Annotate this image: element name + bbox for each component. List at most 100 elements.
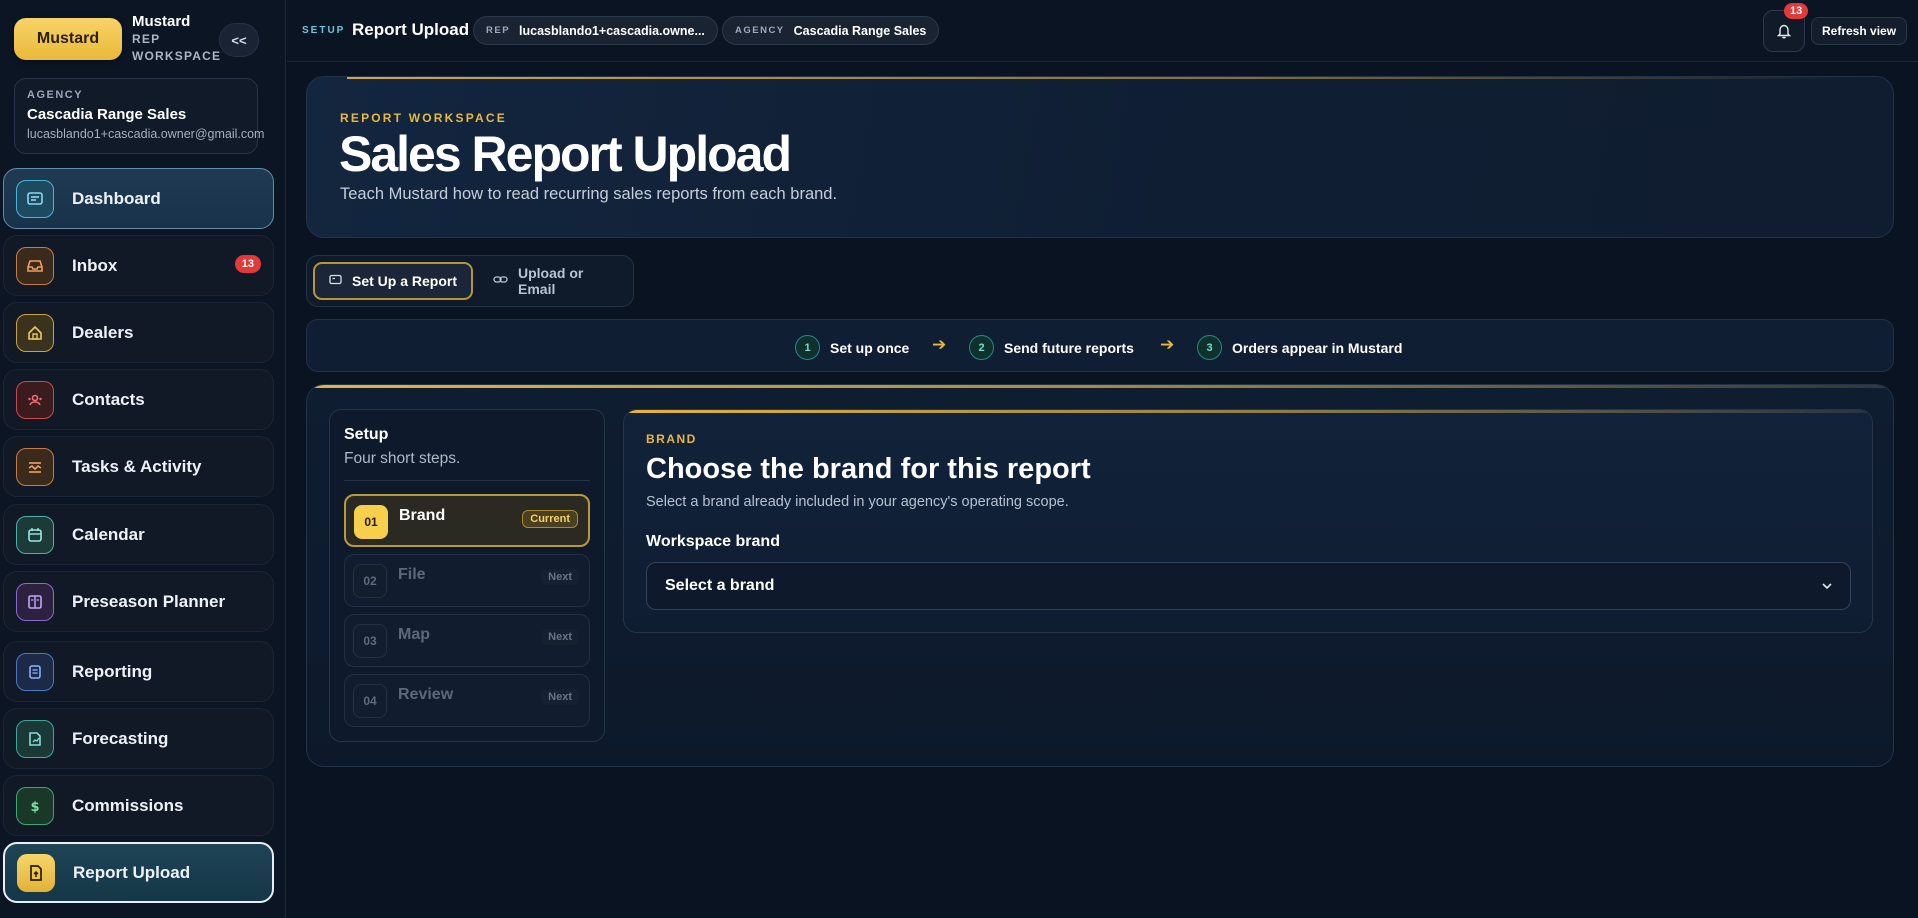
- sidebar-item-preseason-planner[interactable]: Preseason Planner: [3, 571, 274, 632]
- agency-card[interactable]: AGENCY Cascadia Range Sales lucasblando1…: [14, 78, 265, 154]
- status-badge: Current: [522, 510, 578, 528]
- setup-step-map[interactable]: 03 Map Next: [344, 614, 590, 667]
- sidebar-item-label: Contacts: [72, 389, 145, 409]
- workspace-brand-label: Workspace brand: [646, 533, 780, 550]
- sidebar-item-calendar[interactable]: Calendar: [3, 504, 274, 565]
- sidebar-item-label: Report Upload: [73, 862, 191, 882]
- sidebar-item-commissions[interactable]: $ Commissions: [3, 775, 274, 836]
- workspace-accent-line: [307, 385, 1893, 388]
- agency-label: AGENCY: [27, 89, 84, 101]
- dashboard-icon: [16, 179, 54, 218]
- planner-icon: [16, 582, 54, 621]
- card-icon: [329, 274, 342, 288]
- rep-chip-value: lucasblando1+cascadia.owne...: [519, 23, 705, 38]
- agency-chip-value: Cascadia Range Sales: [793, 23, 927, 38]
- setup-step-file[interactable]: 02 File Next: [344, 554, 590, 607]
- refresh-view-button[interactable]: Refresh view: [1811, 17, 1908, 45]
- sidebar-item-dashboard[interactable]: Dashboard: [3, 168, 274, 229]
- flow-steps: 1 Set up once ➔ 2 Send future reports ➔ …: [306, 319, 1894, 372]
- status-badge: Next: [541, 689, 579, 705]
- setup-step-number: 02: [353, 564, 387, 598]
- flow-step-number: 2: [969, 335, 994, 360]
- flow-step-number: 3: [1197, 335, 1222, 360]
- chevron-down-icon: [1822, 579, 1832, 593]
- brand-step-subtitle: Select a brand already included in your …: [646, 494, 1069, 510]
- rep-chip-label: REP: [486, 25, 511, 36]
- tab-set-up-report[interactable]: Set Up a Report: [313, 262, 473, 300]
- page-subtitle: Teach Mustard how to read recurring sale…: [340, 185, 838, 203]
- setup-step-brand[interactable]: 01 Brand Current: [344, 494, 590, 547]
- sidebar-item-inbox[interactable]: Inbox 13: [3, 235, 274, 296]
- inbox-icon: [16, 246, 54, 285]
- divider: [344, 480, 590, 481]
- svg-text:$: $: [30, 800, 39, 815]
- calendar-icon: [16, 515, 54, 554]
- flow-step-2: 2 Send future reports: [969, 335, 1134, 360]
- brand-row: Mustard Mustard REP WORKSPACE <<: [14, 13, 264, 63]
- status-badge: Next: [541, 569, 579, 585]
- brand-button[interactable]: Mustard: [14, 18, 122, 60]
- sidebar-item-reporting[interactable]: Reporting: [3, 641, 274, 702]
- agency-chip-label: AGENCY: [735, 25, 785, 36]
- sidebar-item-label: Tasks & Activity: [72, 456, 202, 476]
- brand-step-card: BRAND Choose the brand for this report S…: [623, 409, 1873, 633]
- sidebar-item-label: Commissions: [72, 795, 184, 815]
- sidebar-item-dealers[interactable]: Dealers: [3, 302, 274, 363]
- flow-step-number: 1: [795, 335, 820, 360]
- brand-card-accent-line: [624, 410, 1872, 413]
- agency-chip[interactable]: AGENCY Cascadia Range Sales: [722, 16, 940, 45]
- brand-select-value: Select a brand: [665, 577, 775, 594]
- rep-chip[interactable]: REP lucasblando1+cascadia.owne...: [473, 16, 718, 45]
- upload-report-icon: [17, 853, 55, 892]
- collapse-sidebar-button[interactable]: <<: [219, 23, 259, 57]
- sidebar-item-label: Preseason Planner: [72, 591, 226, 611]
- forecast-icon: [16, 719, 54, 758]
- setup-step-label: File: [398, 566, 426, 583]
- notification-count-badge: 13: [1784, 3, 1809, 19]
- brand-name: Mustard: [132, 13, 191, 30]
- arrow-right-icon: ➔: [932, 335, 947, 354]
- dollar-icon: $: [16, 786, 54, 825]
- agency-name: Cascadia Range Sales: [27, 106, 187, 123]
- page-title: Sales Report Upload: [339, 126, 792, 182]
- tab-upload-or-email[interactable]: Upload or Email: [479, 262, 633, 300]
- agency-email: lucasblando1+cascadia.owner@gmail.com: [27, 127, 265, 141]
- mode-tabs: Set Up a Report Upload or Email: [306, 255, 634, 307]
- status-badge: Next: [541, 629, 579, 645]
- sidebar-item-label: Calendar: [72, 524, 145, 544]
- sidebar-item-label: Dealers: [72, 322, 134, 342]
- flow-step-label: Send future reports: [1004, 339, 1134, 356]
- setup-steps-card: Setup Four short steps. 01 Brand Current…: [329, 409, 605, 742]
- link-icon: [493, 274, 508, 288]
- flow-step-label: Set up once: [830, 339, 910, 356]
- sidebar-item-contacts[interactable]: Contacts: [3, 369, 274, 430]
- bell-icon: [1776, 24, 1792, 39]
- reporting-icon: [16, 652, 54, 691]
- sidebar: Mustard Mustard REP WORKSPACE << AGENCY …: [0, 0, 286, 918]
- setup-step-label: Review: [398, 686, 454, 703]
- setup-subtitle: Four short steps.: [344, 450, 461, 467]
- sidebar-item-label: Inbox: [72, 255, 118, 275]
- brand-subtitle: REP WORKSPACE: [132, 32, 222, 63]
- hero-accent-line: [347, 77, 1853, 79]
- arrow-right-icon: ➔: [1160, 335, 1175, 354]
- contacts-icon: [16, 380, 54, 419]
- workspace-brand-select[interactable]: Select a brand: [646, 562, 1851, 610]
- hero-eyebrow: REPORT WORKSPACE: [340, 111, 507, 125]
- flow-step-3: 3 Orders appear in Mustard: [1197, 335, 1402, 360]
- sidebar-item-label: Forecasting: [72, 728, 169, 748]
- sidebar-item-forecasting[interactable]: Forecasting: [3, 708, 274, 769]
- setup-step-label: Map: [398, 626, 430, 643]
- sidebar-item-report-upload[interactable]: Report Upload: [3, 842, 274, 903]
- setup-step-number: 01: [354, 505, 388, 539]
- breadcrumb-title: Report Upload: [352, 20, 470, 39]
- tab-label: Upload or Email: [518, 265, 584, 297]
- sidebar-item-label: Dashboard: [72, 188, 161, 208]
- tasks-icon: [16, 447, 54, 486]
- setup-step-number: 04: [353, 684, 387, 718]
- sidebar-item-tasks[interactable]: Tasks & Activity: [3, 436, 274, 497]
- page-hero: REPORT WORKSPACE Sales Report Upload Tea…: [306, 76, 1894, 238]
- inbox-count-badge: 13: [234, 255, 261, 273]
- setup-step-review[interactable]: 04 Review Next: [344, 674, 590, 727]
- flow-step-1: 1 Set up once: [795, 335, 909, 360]
